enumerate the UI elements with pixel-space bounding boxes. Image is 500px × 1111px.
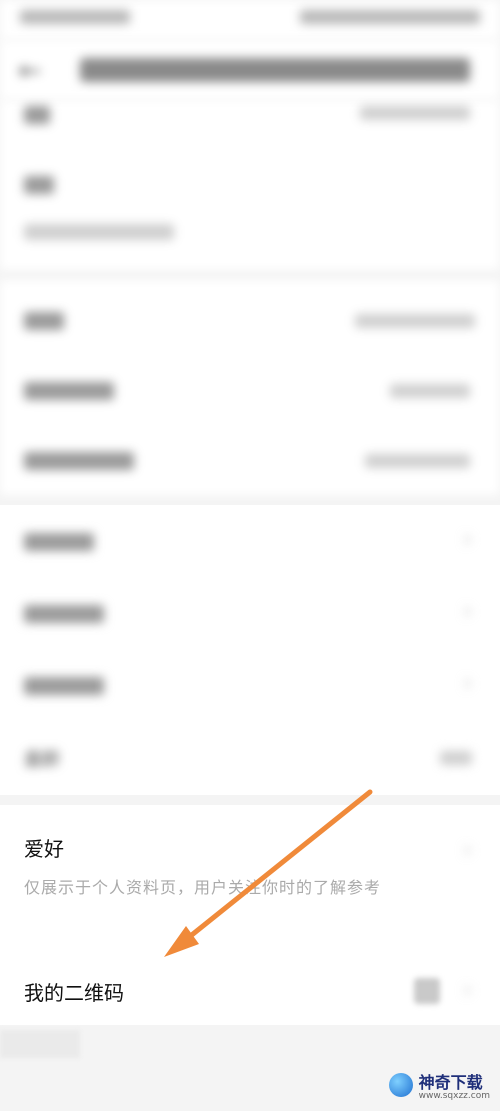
row-value-placeholder xyxy=(390,384,470,398)
row-label-placeholder xyxy=(24,176,54,194)
age-value-placeholder xyxy=(440,751,472,765)
qr-code-label[interactable]: 我的二维码 xyxy=(24,977,124,1006)
chevron-right-icon: › xyxy=(463,599,472,624)
row-label-placeholder[interactable] xyxy=(24,312,64,330)
age-label: 盒龄 xyxy=(24,749,60,770)
watermark-url: www.sqxzz.com xyxy=(418,1091,490,1101)
chevron-right-icon: › xyxy=(463,527,472,552)
row-label-placeholder[interactable] xyxy=(24,677,104,695)
hobby-label[interactable]: 爱好 xyxy=(24,833,64,862)
status-bar xyxy=(0,0,500,40)
row-label-placeholder xyxy=(24,106,50,124)
page-title xyxy=(80,58,470,82)
profile-card-basic: › › › 盒龄 xyxy=(0,505,500,795)
chevron-right-icon: › xyxy=(463,671,472,696)
chevron-right-icon: › xyxy=(463,838,472,863)
hobby-description: 仅展示于个人资料页，用户关注你时的了解参考 xyxy=(24,878,382,897)
row-label-placeholder[interactable] xyxy=(24,452,134,470)
watermark-logo-icon xyxy=(388,1073,413,1097)
watermark-brand: 神奇下载 xyxy=(418,1073,483,1092)
bottom-placeholder xyxy=(0,1030,80,1058)
profile-card-top xyxy=(0,100,500,270)
signature-placeholder xyxy=(24,224,174,240)
back-arrow-icon[interactable]: ← xyxy=(18,54,41,87)
nav-bar: ← xyxy=(0,40,500,100)
watermark: 神奇下载 www.sqxzz.com xyxy=(388,1069,490,1101)
row-value-placeholder xyxy=(365,454,470,468)
row-label-placeholder[interactable] xyxy=(24,533,94,551)
status-right-icons xyxy=(300,10,480,24)
row-value-placeholder xyxy=(355,314,475,328)
row-label-placeholder[interactable] xyxy=(24,605,104,623)
profile-card-account xyxy=(0,280,500,495)
row-value-placeholder xyxy=(360,106,470,120)
row-label-placeholder[interactable] xyxy=(24,382,114,400)
qr-code-icon[interactable] xyxy=(414,978,440,1004)
status-left-icons xyxy=(20,10,130,24)
chevron-right-icon: › xyxy=(463,978,472,1003)
